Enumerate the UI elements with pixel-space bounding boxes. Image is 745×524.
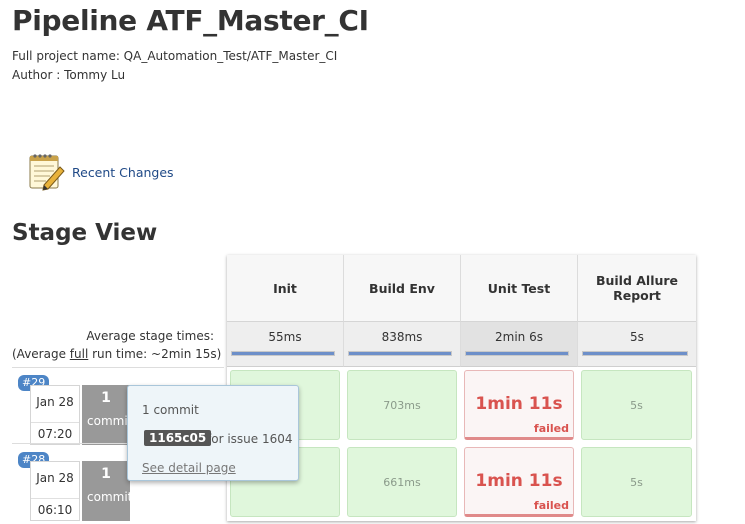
avg-time-value: 55ms (268, 330, 302, 344)
commit-count: 1 (101, 466, 111, 482)
avg-run-prefix: (Average (12, 347, 70, 361)
stage-cell-value: 5s (630, 475, 643, 489)
commits-button[interactable]: 1 commit (82, 461, 133, 521)
stage-header-init: Init (227, 255, 344, 321)
notepad-pencil-icon[interactable] (26, 152, 66, 192)
page-title: Pipeline ATF_Master_CI (12, 4, 369, 37)
stage-header-unit-test: Unit Test (461, 255, 578, 321)
commit-popup: 1 commit 1165c05 for issue 1604 See deta… (127, 385, 299, 481)
build-date-time: 07:20 (31, 422, 79, 441)
avg-stage-times-label: Average stage times: (86, 329, 214, 343)
avg-progress-fill (232, 352, 334, 355)
avg-time-value: 838ms (381, 330, 423, 344)
stage-cell-build-env[interactable]: 703ms (347, 370, 457, 440)
full-run-link[interactable]: full (70, 347, 89, 361)
stage-cell-value: 5s (630, 398, 643, 412)
avg-progress-bar (465, 351, 569, 356)
build-date-day: Jan 28 (36, 471, 74, 485)
avg-progress-fill (583, 352, 687, 355)
stage-view-title: Stage View (12, 220, 158, 246)
stage-cell-value: 703ms (383, 398, 421, 412)
author: Author : Tommy Lu (12, 68, 126, 82)
recent-changes-link[interactable]: Recent Changes (72, 165, 174, 180)
avg-progress-bar (231, 351, 335, 356)
commit-sha[interactable]: 1165c05 (144, 430, 212, 446)
commits-button[interactable]: 1 commit (82, 385, 133, 445)
avg-run-suffix: run time: ~2min 15s) (88, 347, 222, 361)
avg-time-init: 55ms (227, 321, 344, 367)
avg-time-unit-test: 2min 6s (461, 321, 578, 367)
avg-progress-fill (466, 352, 568, 355)
popup-commit-count: 1 commit (142, 403, 199, 417)
build-date: Jan 28 07:20 (30, 385, 80, 445)
avg-progress-bar (582, 351, 688, 356)
stage-cell-unit-test[interactable]: 1min 11s failed (464, 447, 574, 517)
failed-label: failed (533, 499, 569, 512)
stage-cell-unit-test[interactable]: 1min 11s failed (464, 370, 574, 440)
avg-time-value: 2min 6s (495, 330, 543, 344)
avg-progress-fill (349, 352, 451, 355)
commit-word: commit (87, 490, 133, 504)
stage-cell-value: 661ms (383, 475, 421, 489)
stage-header-build-env: Build Env (344, 255, 461, 321)
failed-label: failed (533, 422, 569, 435)
stage-cell-build-allure-report[interactable]: 5s (581, 447, 692, 517)
stage-cell-build-allure-report[interactable]: 5s (581, 370, 692, 440)
avg-progress-bar (348, 351, 452, 356)
commit-issue-text: for issue 1604 (207, 432, 293, 446)
avg-time-build-allure-report: 5s (578, 321, 696, 367)
commit-word: commit (87, 414, 133, 428)
full-project-name: Full project name: QA_Automation_Test/AT… (12, 49, 338, 63)
avg-time-build-env: 838ms (344, 321, 461, 367)
build-date: Jan 28 06:10 (30, 461, 80, 521)
stage-header-build-allure-report: Build Allure Report (578, 255, 696, 321)
commit-count: 1 (101, 390, 111, 406)
see-detail-link[interactable]: See detail page (142, 461, 236, 475)
stage-cell-build-env[interactable]: 661ms (347, 447, 457, 517)
avg-time-value: 5s (630, 330, 644, 344)
avg-run-time-label: (Average full run time: ~2min 15s) (12, 347, 221, 361)
build-date-day: Jan 28 (36, 395, 74, 409)
build-date-time: 06:10 (31, 498, 79, 517)
